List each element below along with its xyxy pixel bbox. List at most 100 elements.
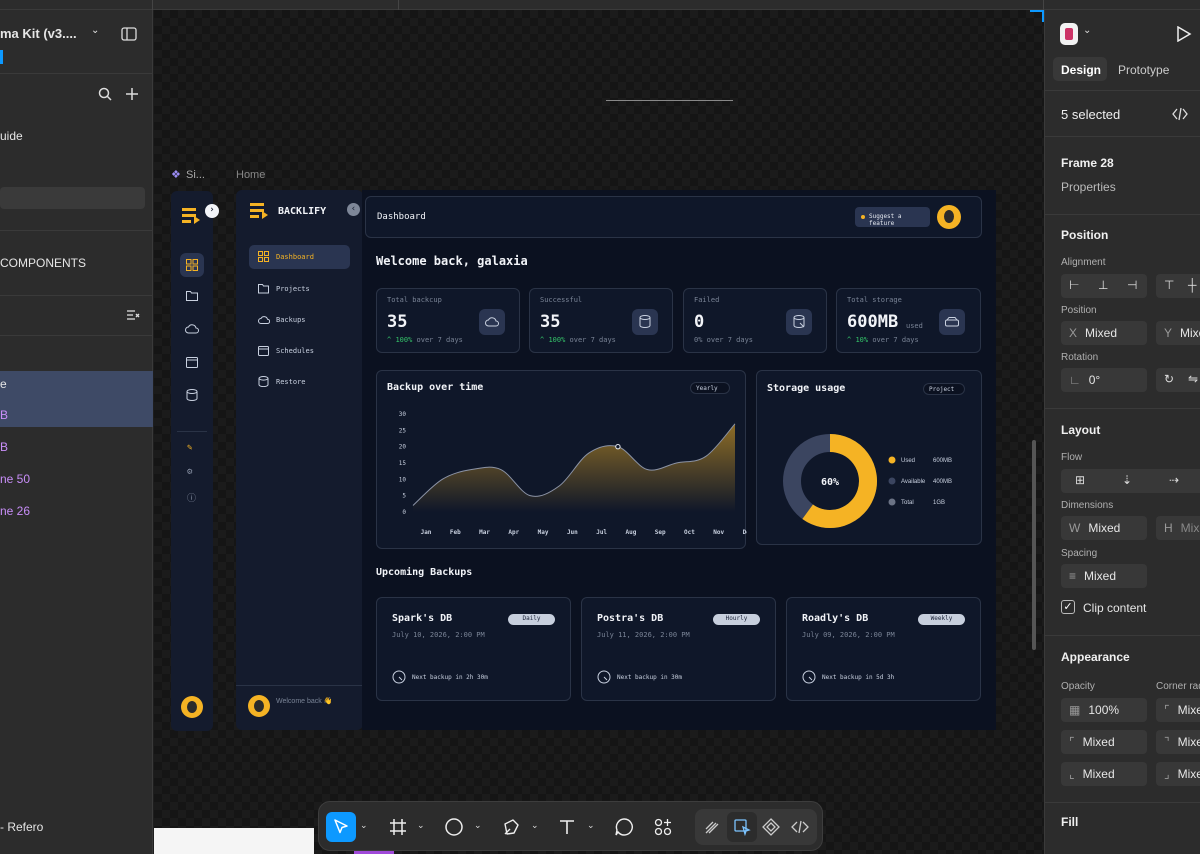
chevron-down-icon[interactable]: ⌄ bbox=[474, 820, 482, 831]
text-tool-button[interactable] bbox=[552, 812, 582, 842]
layer-component-b[interactable]: B bbox=[0, 408, 8, 422]
upcoming-card[interactable]: Spark's DB July 10, 2026, 2:00 PM Daily … bbox=[376, 597, 571, 701]
radius-bottom-right-field[interactable]: ⌟ Mixe bbox=[1156, 762, 1200, 786]
opacity-field[interactable]: ▦ 100% bbox=[1061, 698, 1147, 722]
expand-rail-icon[interactable]: › bbox=[205, 204, 219, 218]
pen-tool-button[interactable] bbox=[496, 812, 526, 842]
layer-row-selected[interactable] bbox=[0, 403, 153, 427]
file-title[interactable]: ma Kit (v3.... bbox=[0, 26, 77, 41]
frame-label-rail[interactable]: Si... bbox=[186, 169, 205, 181]
align-vertical-group[interactable]: ⊤ ┼ bbox=[1156, 274, 1200, 298]
frame-label-home[interactable]: Home bbox=[236, 169, 265, 181]
layer-frame-50[interactable]: ne 50 bbox=[0, 472, 30, 486]
cloud-icon[interactable] bbox=[185, 324, 199, 334]
radius-top-right-field[interactable]: ⌝ Mixe bbox=[1156, 730, 1200, 754]
tab-strip-segment[interactable] bbox=[0, 0, 153, 10]
x-position-field[interactable]: X Mixed bbox=[1061, 321, 1147, 345]
frame-tool-button[interactable] bbox=[383, 812, 413, 842]
chevron-down-icon[interactable]: ⌄ bbox=[1083, 25, 1091, 36]
gear-icon[interactable]: ⚙ bbox=[187, 467, 192, 477]
align-horizontal-group[interactable]: ⊢ ⊥ ⊣ bbox=[1061, 274, 1147, 298]
shape-tool-button[interactable] bbox=[439, 812, 469, 842]
align-middle-icon[interactable]: ┼ bbox=[1188, 278, 1197, 292]
upcoming-card[interactable]: Postra's DB July 11, 2026, 2:00 PM Hourl… bbox=[581, 597, 776, 701]
comment-tool-button[interactable] bbox=[609, 812, 639, 842]
avatar[interactable] bbox=[181, 696, 203, 718]
restore-db-icon[interactable] bbox=[186, 389, 198, 401]
collapse-sidebar-icon[interactable]: ‹ bbox=[347, 203, 360, 216]
layer-home[interactable]: e bbox=[0, 377, 7, 391]
canvas-scrollbar[interactable] bbox=[1032, 440, 1036, 650]
nav-item-projects[interactable]: Projects bbox=[249, 277, 350, 301]
layer-frame-26[interactable]: ne 26 bbox=[0, 504, 30, 518]
tab-strip-segment[interactable] bbox=[153, 0, 399, 10]
chevron-down-icon[interactable]: ⌄ bbox=[531, 820, 539, 831]
flip-icon[interactable]: ⇋ bbox=[1188, 372, 1198, 386]
upcoming-card[interactable]: Roadly's DB July 09, 2026, 2:00 PM Weekl… bbox=[786, 597, 981, 701]
page-item-components[interactable]: COMPONENTS bbox=[0, 256, 86, 270]
tab-design[interactable]: Design bbox=[1053, 57, 1107, 81]
add-page-icon[interactable] bbox=[125, 87, 139, 101]
align-top-icon[interactable]: ⊤ bbox=[1164, 278, 1174, 292]
nav-item-schedules[interactable]: Schedules bbox=[249, 339, 350, 363]
spacing-field[interactable]: ≡ Mixed bbox=[1061, 564, 1147, 588]
folder-icon[interactable] bbox=[186, 290, 198, 301]
nav-label: Projects bbox=[276, 285, 310, 293]
chevron-down-icon[interactable]: ⌄ bbox=[91, 25, 99, 36]
align-left-icon[interactable]: ⊢ bbox=[1069, 278, 1079, 292]
design-canvas[interactable]: ❖ Si... Home ✎ ⚙ ⓘ › BACKLIFY ‹ Dashboar… bbox=[154, 10, 1044, 854]
actions-tool-button[interactable] bbox=[648, 812, 678, 842]
width-field[interactable]: W Mixed bbox=[1061, 516, 1147, 540]
palette-icon[interactable]: ✎ bbox=[187, 443, 192, 453]
calendar-clock-icon[interactable] bbox=[186, 356, 198, 368]
rotation-field[interactable]: ∟ 0° bbox=[1061, 368, 1147, 392]
code-icon[interactable] bbox=[1172, 107, 1188, 121]
flow-options[interactable]: ⊞ ⇣ ⇢ bbox=[1061, 469, 1200, 493]
clip-content-checkbox[interactable]: ✓ bbox=[1061, 600, 1075, 614]
clock-icon bbox=[392, 670, 406, 684]
x-tick-label: Dec bbox=[743, 529, 747, 536]
suggest-feature-button[interactable]: Suggest a feature bbox=[855, 207, 930, 227]
dev-mode-button[interactable] bbox=[785, 812, 815, 842]
flip-group[interactable]: ↻ ⇋ bbox=[1156, 368, 1200, 392]
chevron-down-icon[interactable]: ⌄ bbox=[417, 820, 425, 831]
avatar[interactable] bbox=[1060, 23, 1078, 45]
rail-dashboard-button[interactable] bbox=[180, 253, 204, 277]
avatar[interactable] bbox=[937, 205, 961, 229]
y-position-field[interactable]: YMixe bbox=[1156, 321, 1200, 345]
clip-content-label[interactable]: Clip content bbox=[1083, 601, 1146, 615]
tab-strip-segment[interactable] bbox=[399, 0, 1044, 10]
search-icon[interactable] bbox=[98, 87, 112, 101]
collapse-layers-icon[interactable] bbox=[126, 309, 140, 321]
chevron-down-icon[interactable]: ⌄ bbox=[360, 820, 368, 831]
rotate-icon[interactable]: ↻ bbox=[1164, 372, 1174, 386]
properties-label[interactable]: Properties bbox=[1061, 180, 1116, 194]
corner-radius-field[interactable]: ⌜ Mixe bbox=[1156, 698, 1200, 722]
height-field[interactable]: HMixe bbox=[1156, 516, 1200, 540]
flow-free-icon[interactable]: ⊞ bbox=[1075, 473, 1085, 487]
nav-item-restore[interactable]: Restore bbox=[249, 370, 350, 394]
play-icon[interactable] bbox=[1176, 26, 1192, 42]
info-icon[interactable]: ⓘ bbox=[187, 491, 196, 504]
layer-component-b[interactable]: B bbox=[0, 440, 8, 454]
radius-bottom-left-field[interactable]: ⌞ Mixed bbox=[1061, 762, 1147, 786]
nav-item-backups[interactable]: Backups bbox=[249, 308, 350, 332]
design-mode-button[interactable] bbox=[727, 812, 757, 842]
flow-horizontal-icon[interactable]: ⇢ bbox=[1169, 473, 1179, 487]
sidebar-toggle-icon[interactable] bbox=[121, 27, 137, 41]
nav-item-dashboard[interactable]: Dashboard bbox=[249, 245, 350, 269]
chevron-down-icon[interactable]: ⌄ bbox=[587, 820, 595, 831]
component-mode-button[interactable] bbox=[756, 812, 786, 842]
flow-vertical-icon[interactable]: ⇣ bbox=[1122, 473, 1132, 487]
move-tool-button[interactable] bbox=[326, 812, 356, 842]
tab-prototype[interactable]: Prototype bbox=[1118, 63, 1169, 77]
layer-row-selected[interactable] bbox=[0, 371, 153, 403]
page-item-guide[interactable]: uide bbox=[0, 129, 23, 143]
avatar[interactable] bbox=[248, 695, 270, 717]
align-center-icon[interactable]: ⊥ bbox=[1098, 278, 1108, 292]
radius-top-left-field[interactable]: ⌜ Mixed bbox=[1061, 730, 1147, 754]
align-right-icon[interactable]: ⊣ bbox=[1127, 278, 1137, 292]
library-item-refero[interactable]: - Refero bbox=[0, 820, 43, 834]
page-item-selected[interactable] bbox=[0, 187, 145, 209]
draw-mode-button[interactable] bbox=[697, 812, 727, 842]
